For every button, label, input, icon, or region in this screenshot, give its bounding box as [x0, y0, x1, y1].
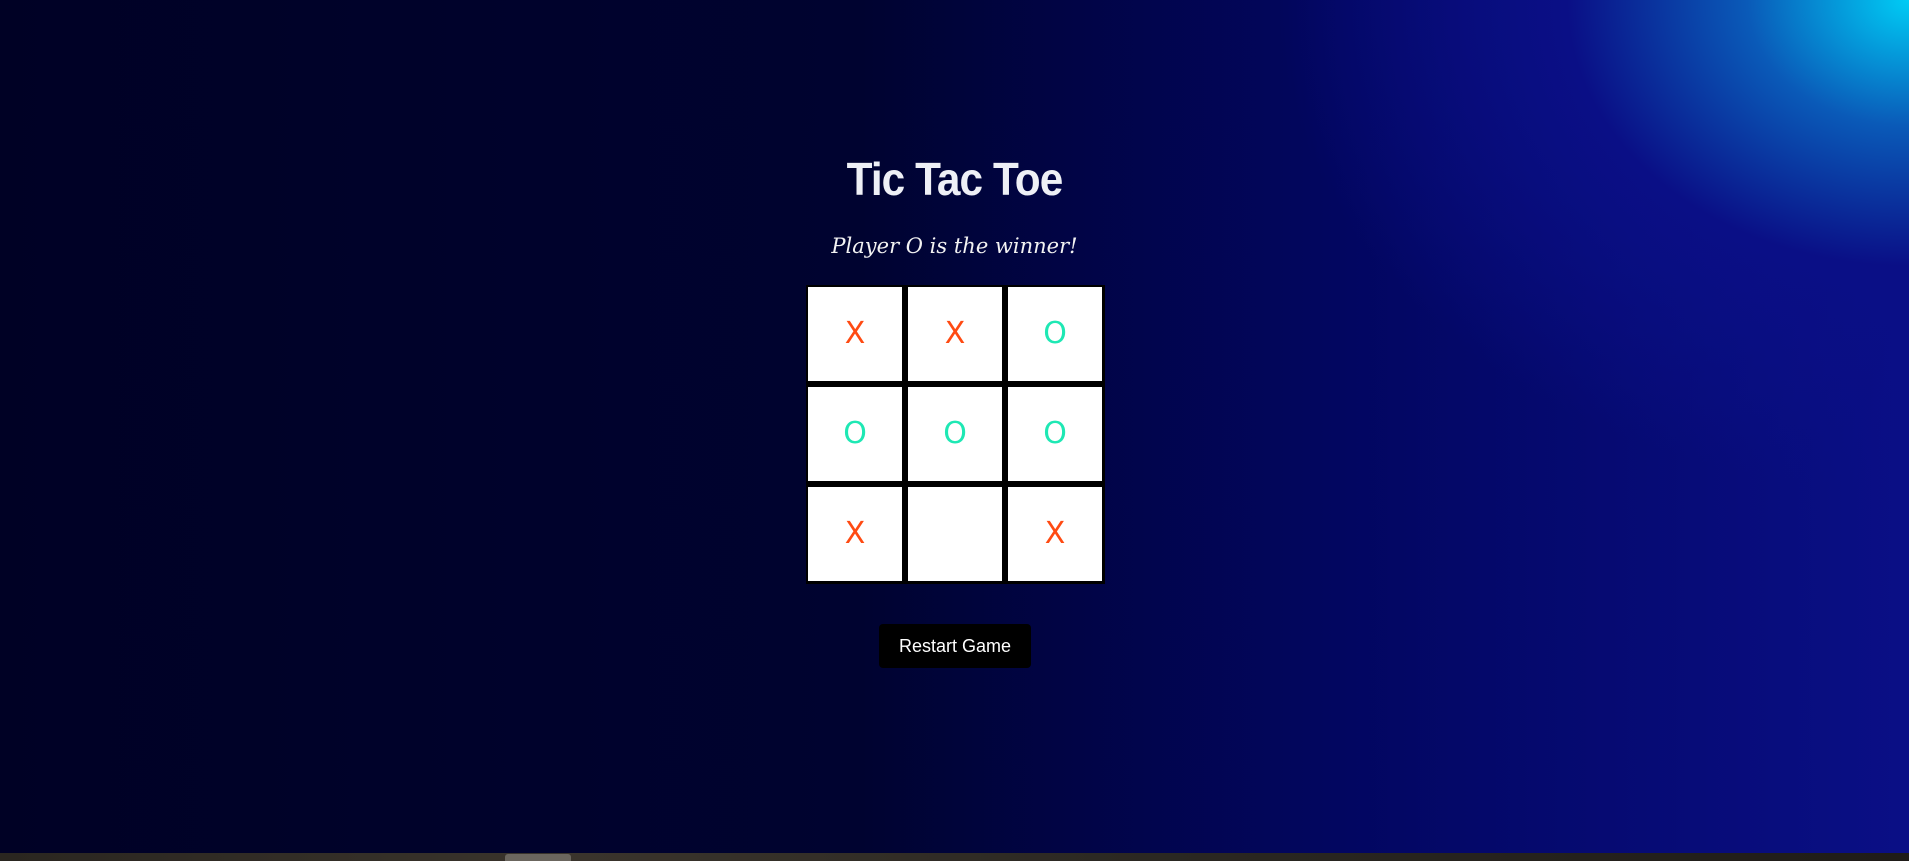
taskbar [0, 853, 1909, 861]
taskbar-item[interactable] [505, 854, 571, 861]
board-cell-r2c1[interactable]: O [808, 387, 902, 481]
restart-game-button[interactable]: Restart Game [879, 624, 1031, 668]
cell-mark: O [1043, 416, 1067, 451]
game-screen: Tic Tac Toe Player O is the winner! X X … [0, 0, 1909, 853]
game-title: Tic Tac Toe [846, 153, 1064, 205]
cell-mark: X [844, 316, 866, 351]
cell-mark: O [943, 416, 967, 451]
board-cell-r1c1[interactable]: X [808, 287, 902, 381]
board-cell-r2c2[interactable]: O [908, 387, 1002, 481]
game-board: X X O O O O X X [806, 285, 1105, 584]
board-cell-r1c2[interactable]: X [908, 287, 1002, 381]
cell-mark: X [1044, 516, 1066, 551]
cell-mark: O [1043, 316, 1067, 351]
board-cell-r2c3[interactable]: O [1008, 387, 1102, 481]
board-cell-r3c2[interactable] [908, 487, 1002, 581]
board-cell-r3c1[interactable]: X [808, 487, 902, 581]
game-status: Player O is the winner! [831, 234, 1078, 258]
board-cell-r1c3[interactable]: O [1008, 287, 1102, 381]
cell-mark: X [944, 316, 966, 351]
cell-mark: X [844, 516, 866, 551]
board-cell-r3c3[interactable]: X [1008, 487, 1102, 581]
cell-mark: O [843, 416, 867, 451]
